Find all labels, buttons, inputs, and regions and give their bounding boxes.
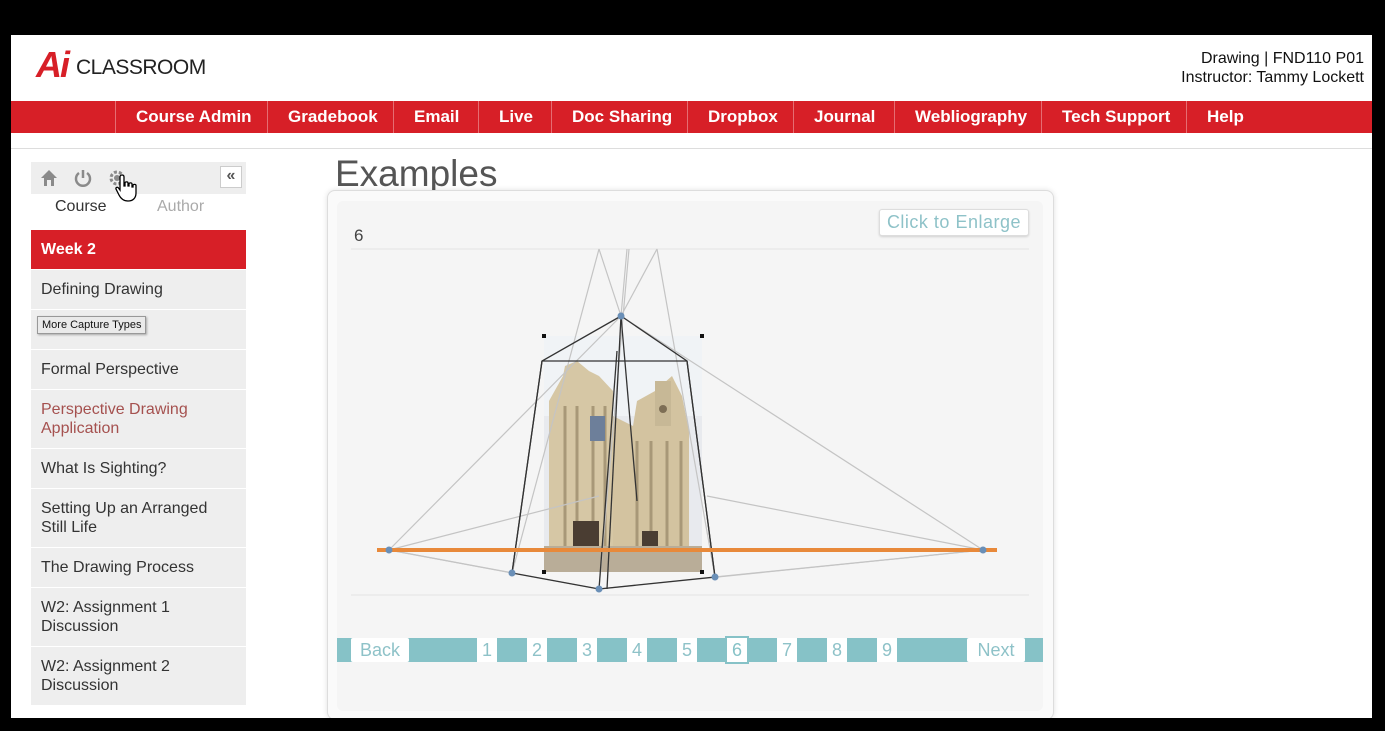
logo-mark: Ai xyxy=(36,44,70,85)
nav-tech-support[interactable]: Tech Support xyxy=(1041,101,1190,133)
page-4-button[interactable]: 4 xyxy=(627,638,647,662)
page-title: Examples xyxy=(335,153,498,194)
sidebar-item-what-is-sighting[interactable]: What Is Sighting? xyxy=(31,449,246,489)
sidebar-item-assignment-1[interactable]: W2: Assignment 1 Discussion xyxy=(31,588,246,647)
nav-dropbox[interactable]: Dropbox xyxy=(687,101,798,133)
logo-text: CLASSROOM xyxy=(76,56,206,79)
course-sidebar: « Course Author Week 2 Defining Drawing … xyxy=(31,162,246,706)
page-1-button[interactable]: 1 xyxy=(477,638,497,662)
page: Ai CLASSROOM Drawing | FND110 P01 Instru… xyxy=(11,35,1372,718)
back-button[interactable]: Back xyxy=(351,638,409,662)
slide-viewer: 6 Click to Enlarge Back 1 2 3 4 5 6 7 8 … xyxy=(327,190,1054,718)
nav-doc-sharing[interactable]: Doc Sharing xyxy=(551,101,692,133)
tab-course[interactable]: Course xyxy=(55,198,107,216)
page-7-button[interactable]: 7 xyxy=(777,638,797,662)
nav-webliography[interactable]: Webliography xyxy=(894,101,1047,133)
sidebar-item-assignment-2[interactable]: W2: Assignment 2 Discussion xyxy=(31,647,246,706)
collapse-sidebar-button[interactable]: « xyxy=(220,166,242,188)
sidebar-list: Week 2 Defining Drawing Still Life Forma… xyxy=(31,230,246,706)
page-6-button[interactable]: 6 xyxy=(725,636,749,664)
perspective-illustration[interactable] xyxy=(337,201,1043,601)
tab-author[interactable]: Author xyxy=(157,198,204,216)
nav-help[interactable]: Help xyxy=(1186,101,1264,133)
main-nav: Course Admin Gradebook Email Live Doc Sh… xyxy=(11,101,1372,133)
sidebar-item-defining-drawing[interactable]: Defining Drawing xyxy=(31,270,246,310)
nav-live[interactable]: Live xyxy=(478,101,553,133)
power-icon[interactable] xyxy=(73,168,93,194)
nav-journal[interactable]: Journal xyxy=(793,101,895,133)
course-info: Drawing | FND110 P01 Instructor: Tammy L… xyxy=(1181,49,1364,87)
ai-classroom-logo[interactable]: Ai CLASSROOM xyxy=(36,44,206,85)
tooltip-more-capture-types: More Capture Types xyxy=(37,316,147,334)
course-title: Drawing | FND110 P01 xyxy=(1200,50,1364,67)
sidebar-item-week-2[interactable]: Week 2 xyxy=(31,230,246,270)
page-5-button[interactable]: 5 xyxy=(677,638,697,662)
sidebar-item-formal-perspective[interactable]: Formal Perspective xyxy=(31,350,246,390)
nav-divider xyxy=(11,148,1372,149)
page-3-button[interactable]: 3 xyxy=(577,638,597,662)
nav-course-admin[interactable]: Course Admin xyxy=(115,101,272,133)
hand-cursor-icon xyxy=(114,173,140,210)
page-2-button[interactable]: 2 xyxy=(527,638,547,662)
nav-gradebook[interactable]: Gradebook xyxy=(267,101,398,133)
page-9-button[interactable]: 9 xyxy=(877,638,897,662)
sidebar-item-setting-up-still-life[interactable]: Setting Up an Arranged Still Life xyxy=(31,489,246,548)
home-icon[interactable] xyxy=(39,168,59,194)
page-8-button[interactable]: 8 xyxy=(827,638,847,662)
sidebar-item-perspective-drawing-application[interactable]: Perspective Drawing Application xyxy=(31,390,246,449)
slide-frame: 6 Click to Enlarge Back 1 2 3 4 5 6 7 8 … xyxy=(337,201,1043,711)
instructor-name: Instructor: Tammy Lockett xyxy=(1181,69,1364,86)
sidebar-item-drawing-process[interactable]: The Drawing Process xyxy=(31,548,246,588)
nav-email[interactable]: Email xyxy=(393,101,479,133)
next-button[interactable]: Next xyxy=(967,638,1025,662)
slide-pager: Back 1 2 3 4 5 6 7 8 9 Next xyxy=(337,636,1043,664)
